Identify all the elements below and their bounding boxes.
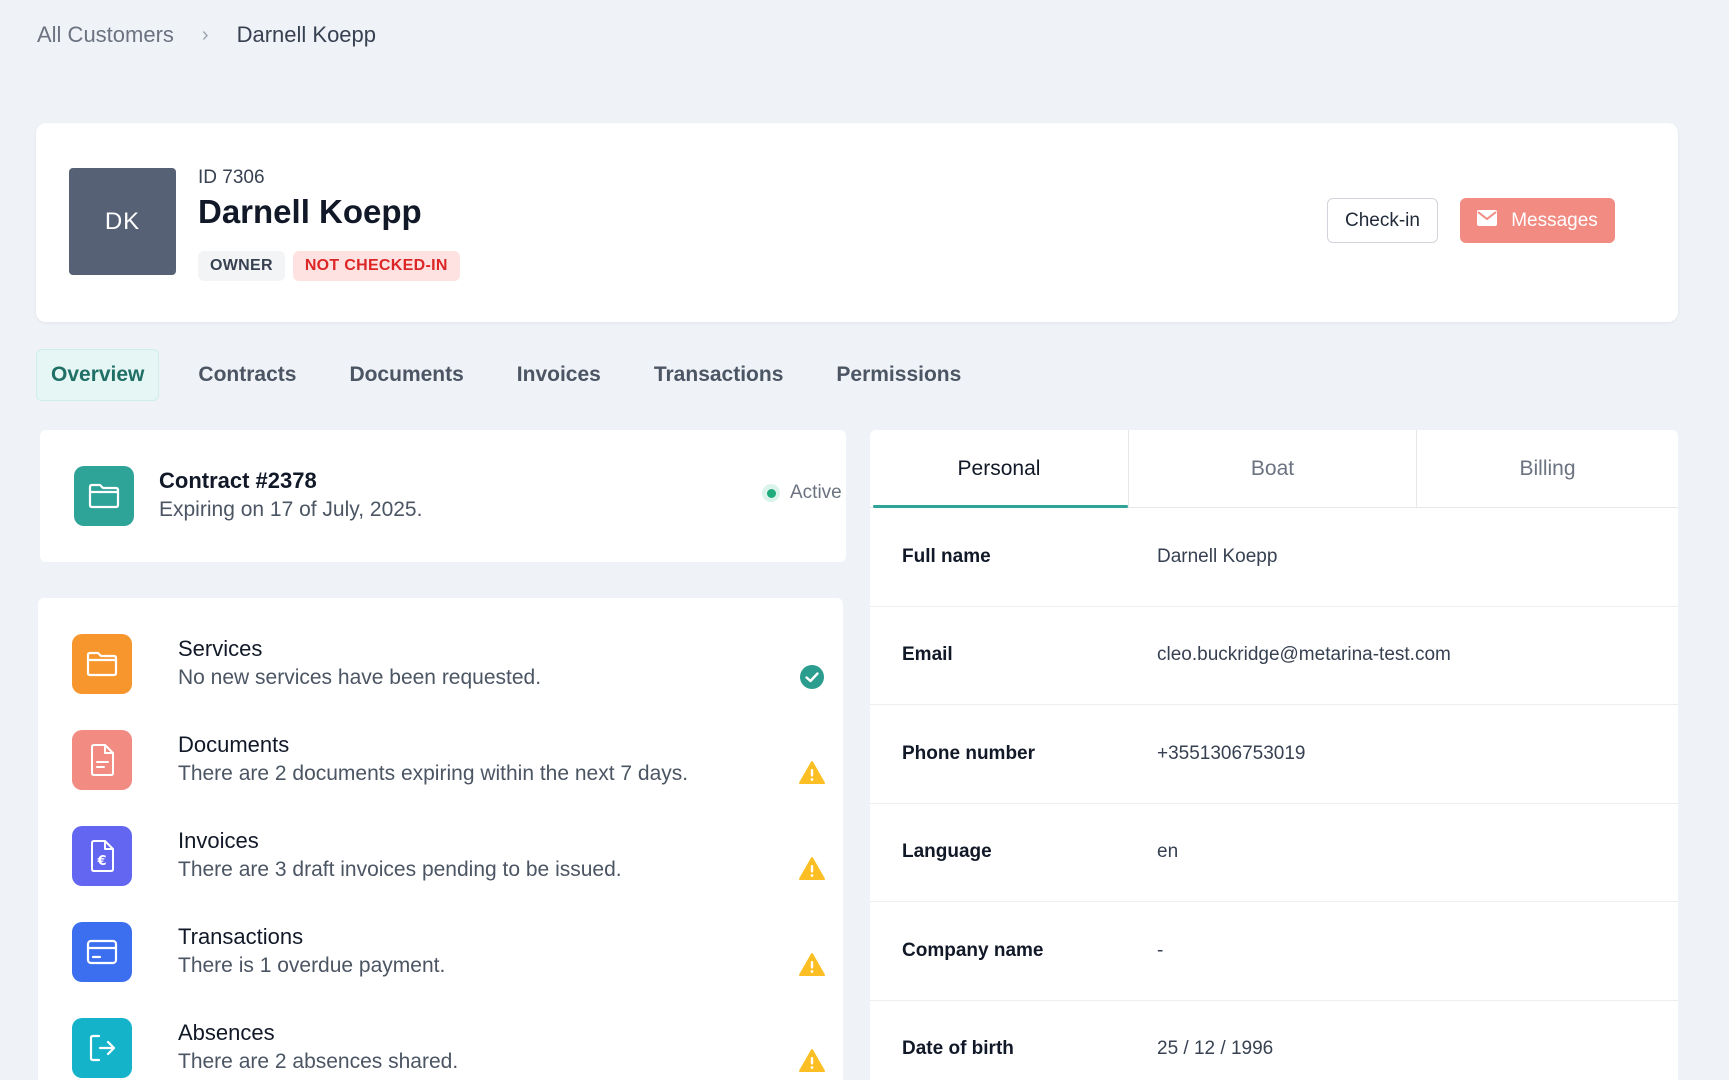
notice-description: There is 1 overdue payment. bbox=[178, 954, 446, 977]
detail-row-phone: Phone number +3551306753019 bbox=[870, 705, 1678, 804]
messages-button-label: Messages bbox=[1511, 209, 1598, 231]
detail-label: Email bbox=[902, 644, 953, 666]
tab-permissions[interactable]: Permissions bbox=[822, 350, 975, 400]
detail-label: Full name bbox=[902, 545, 991, 567]
warning-icon bbox=[799, 1048, 825, 1074]
detail-row-email: Email cleo.buckridge@metarina-test.com bbox=[870, 607, 1678, 705]
messages-button[interactable]: Messages bbox=[1460, 198, 1615, 243]
tab-transactions[interactable]: Transactions bbox=[640, 350, 798, 400]
status-dot-icon bbox=[762, 484, 780, 502]
folder-icon bbox=[74, 466, 134, 526]
avatar: DK bbox=[69, 168, 176, 275]
personal-details-panel: Personal Boat Billing Full name Darnell … bbox=[870, 430, 1678, 1080]
detail-value: en bbox=[1157, 841, 1179, 863]
tab-billing[interactable]: Billing bbox=[1417, 430, 1678, 507]
contract-status: Active bbox=[762, 482, 842, 504]
contract-card[interactable]: Contract #2378 Expiring on 17 of July, 2… bbox=[40, 430, 846, 562]
list-item[interactable]: Transactions There is 1 overdue payment. bbox=[72, 922, 825, 984]
customer-header-card: DK ID 7306 Darnell Koepp OWNER NOT CHECK… bbox=[36, 123, 1678, 322]
notice-title: Documents bbox=[178, 732, 290, 757]
detail-value: 25 / 12 / 1996 bbox=[1157, 1038, 1274, 1060]
notice-title: Absences bbox=[178, 1020, 275, 1045]
contract-status-label: Active bbox=[790, 482, 842, 503]
check-in-button[interactable]: Check-in bbox=[1327, 198, 1438, 243]
tab-documents[interactable]: Documents bbox=[335, 350, 477, 400]
main-tabs: Overview Contracts Documents Invoices Tr… bbox=[36, 349, 1000, 401]
credit-card-icon bbox=[72, 922, 132, 982]
folder-icon bbox=[72, 634, 132, 694]
customer-id: ID 7306 bbox=[198, 167, 265, 188]
warning-icon bbox=[799, 952, 825, 978]
status-badge: NOT CHECKED-IN bbox=[292, 251, 460, 281]
list-item[interactable]: Services No new services have been reque… bbox=[72, 634, 824, 696]
detail-tabs: Personal Boat Billing bbox=[870, 430, 1678, 508]
detail-row-company: Company name - bbox=[870, 902, 1678, 1001]
euro-invoice-icon: € bbox=[72, 826, 132, 886]
tab-contracts[interactable]: Contracts bbox=[184, 350, 310, 400]
notice-title: Services bbox=[178, 636, 263, 661]
list-item[interactable]: Absences There are 2 absences shared. bbox=[72, 1018, 825, 1080]
notice-description: There are 2 absences shared. bbox=[178, 1050, 459, 1073]
detail-value: - bbox=[1157, 939, 1164, 961]
envelope-icon bbox=[1477, 209, 1498, 232]
role-badge: OWNER bbox=[198, 251, 285, 281]
notice-description: There are 2 documents expiring within th… bbox=[178, 762, 689, 785]
check-circle-icon bbox=[799, 664, 825, 690]
detail-label: Phone number bbox=[902, 742, 1036, 764]
notice-description: No new services have been requested. bbox=[178, 666, 542, 689]
contract-expiry: Expiring on 17 of July, 2025. bbox=[159, 498, 423, 521]
notices-card: Services No new services have been reque… bbox=[38, 598, 843, 1080]
tab-boat[interactable]: Boat bbox=[1129, 430, 1417, 507]
notice-title: Transactions bbox=[178, 924, 304, 949]
breadcrumb: All Customers › Darnell Koepp bbox=[37, 22, 376, 48]
detail-label: Language bbox=[902, 841, 992, 863]
contract-title: Contract #2378 bbox=[159, 468, 317, 493]
detail-value: Darnell Koepp bbox=[1157, 545, 1278, 567]
badge-group: OWNER NOT CHECKED-IN bbox=[198, 251, 460, 281]
customer-name: Darnell Koepp bbox=[198, 193, 422, 230]
tab-invoices[interactable]: Invoices bbox=[503, 350, 615, 400]
warning-icon bbox=[799, 760, 825, 786]
notice-description: There are 3 draft invoices pending to be… bbox=[178, 858, 622, 881]
detail-row-dob: Date of birth 25 / 12 / 1996 bbox=[870, 1001, 1678, 1080]
breadcrumb-current: Darnell Koepp bbox=[236, 22, 377, 47]
chevron-right-icon: › bbox=[201, 23, 209, 46]
detail-value: cleo.buckridge@metarina-test.com bbox=[1157, 644, 1451, 666]
list-item[interactable]: Documents There are 2 documents expiring… bbox=[72, 730, 825, 792]
tab-personal[interactable]: Personal bbox=[870, 430, 1129, 508]
detail-label: Company name bbox=[902, 939, 1044, 961]
detail-value: +3551306753019 bbox=[1157, 742, 1306, 764]
notice-title: Invoices bbox=[178, 828, 259, 853]
detail-row-full-name: Full name Darnell Koepp bbox=[870, 508, 1678, 607]
document-icon bbox=[72, 730, 132, 790]
exit-icon bbox=[72, 1018, 132, 1078]
detail-label: Date of birth bbox=[902, 1038, 1014, 1060]
detail-row-language: Language en bbox=[870, 804, 1678, 902]
breadcrumb-all-customers[interactable]: All Customers bbox=[37, 22, 174, 48]
tab-overview[interactable]: Overview bbox=[36, 349, 160, 401]
list-item[interactable]: € Invoices There are 3 draft invoices pe… bbox=[72, 826, 825, 888]
svg-text:€: € bbox=[96, 854, 106, 869]
warning-icon bbox=[799, 856, 825, 882]
